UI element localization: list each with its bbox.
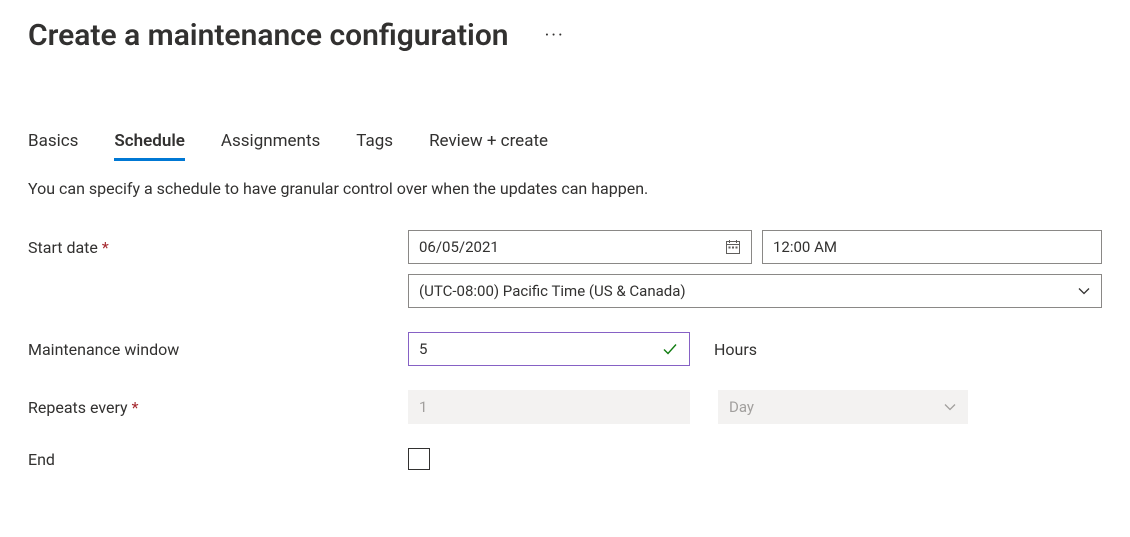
timezone-value: (UTC-08:00) Pacific Time (US & Canada): [419, 282, 686, 300]
end-checkbox[interactable]: [408, 448, 430, 470]
chevron-down-icon: [1077, 284, 1091, 298]
repeats-value: 1: [419, 398, 427, 416]
maintenance-window-input[interactable]: [408, 332, 690, 366]
repeats-value-input: 1: [408, 390, 690, 424]
start-time-value[interactable]: [773, 238, 1091, 256]
tab-review-create[interactable]: Review + create: [429, 125, 548, 159]
end-label: End: [28, 450, 55, 469]
tab-tags[interactable]: Tags: [356, 125, 393, 159]
start-date-value[interactable]: [419, 238, 725, 256]
tab-description: You can specify a schedule to have granu…: [28, 179, 1102, 198]
repeats-unit-value: Day: [729, 398, 754, 416]
chevron-down-icon: [943, 400, 957, 414]
maintenance-window-label: Maintenance window: [28, 340, 179, 359]
maintenance-window-unit: Hours: [714, 340, 757, 359]
checkmark-icon: [661, 340, 679, 358]
start-time-input[interactable]: [762, 230, 1102, 264]
required-indicator: *: [102, 238, 109, 257]
timezone-select[interactable]: (UTC-08:00) Pacific Time (US & Canada): [408, 274, 1102, 308]
required-indicator: *: [132, 398, 139, 417]
calendar-icon[interactable]: [725, 239, 741, 255]
tab-basics[interactable]: Basics: [28, 125, 78, 159]
page-title: Create a maintenance configuration: [28, 18, 509, 53]
start-date-label: Start date: [28, 238, 98, 257]
maintenance-window-value[interactable]: [419, 340, 661, 358]
tab-schedule[interactable]: Schedule: [114, 125, 185, 159]
tab-assignments[interactable]: Assignments: [221, 125, 320, 159]
start-date-input[interactable]: [408, 230, 752, 264]
more-actions-button[interactable]: ···: [539, 21, 571, 50]
repeats-every-label: Repeats every: [28, 398, 128, 417]
repeats-unit-select: Day: [718, 390, 968, 424]
tab-bar: Basics Schedule Assignments Tags Review …: [28, 125, 1102, 159]
